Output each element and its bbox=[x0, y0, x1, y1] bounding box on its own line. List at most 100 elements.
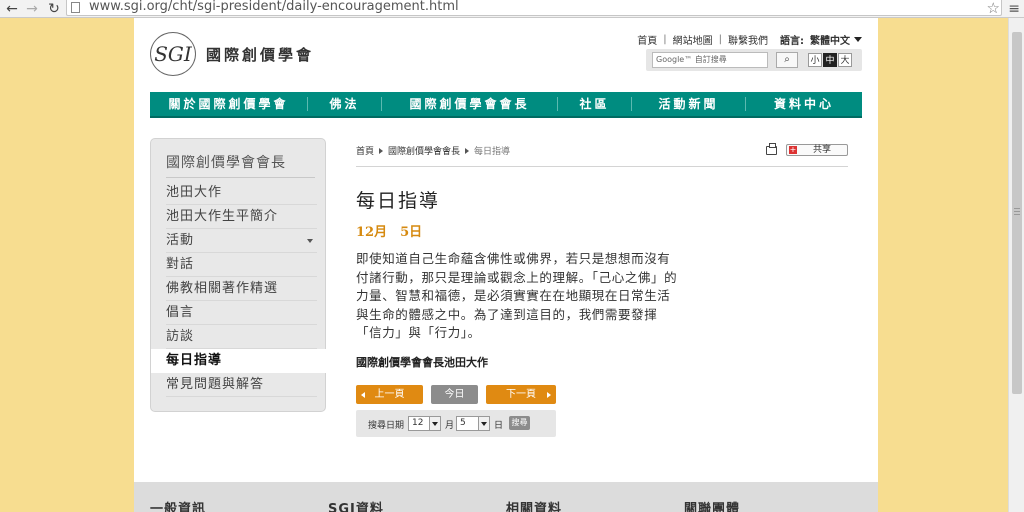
sidebar-item-label: 佛教相關著作精選 bbox=[166, 281, 279, 296]
chevron-right-icon bbox=[379, 147, 384, 154]
page-title: 每日指導 bbox=[356, 190, 441, 212]
sidebar-item-label: 池田大作生平簡介 bbox=[166, 209, 279, 224]
previous-label: 上一頁 bbox=[374, 389, 405, 400]
sidebar-item-label: 每日指導 bbox=[166, 353, 223, 368]
address-bar[interactable]: www.sgi.org/cht/sgi-president/daily-enco… bbox=[66, 0, 1002, 16]
nav-item-buddhism[interactable]: 佛法 bbox=[308, 97, 382, 111]
bookmark-star-icon[interactable]: ☆ bbox=[987, 0, 1000, 16]
separator: | bbox=[718, 34, 722, 45]
share-plus-icon: + bbox=[789, 145, 797, 154]
date-search-label: 搜尋日期 bbox=[368, 421, 405, 431]
encouragement-date: 12月 5日 bbox=[356, 225, 423, 240]
page-icon bbox=[71, 2, 80, 13]
language-label: 語言: bbox=[780, 36, 804, 47]
scroll-grip-line bbox=[1014, 211, 1020, 212]
search-icon: ⌕ bbox=[784, 54, 790, 65]
sidebar-item-label: 池田大作 bbox=[166, 185, 223, 200]
top-link-contact[interactable]: 聯繫我們 bbox=[728, 32, 768, 47]
separator: | bbox=[663, 34, 667, 45]
next-day-button[interactable]: 下一頁 bbox=[486, 385, 556, 404]
sidebar-item-dialogues[interactable]: 對話 bbox=[151, 253, 327, 277]
scrollbar-thumb[interactable] bbox=[1012, 32, 1022, 394]
chevron-right-icon bbox=[465, 147, 470, 154]
day-value: 5 bbox=[460, 418, 466, 428]
site-name[interactable]: 國際創價學會 bbox=[206, 44, 314, 65]
chevron-right-icon bbox=[547, 392, 551, 398]
sidebar-item-label: 倡言 bbox=[166, 305, 195, 320]
page-container: SGI 國際創價學會 首頁 | 網站地圖 | 聯繫我們 語言: 繁體中文 Goo… bbox=[134, 18, 878, 512]
url-text: www.sgi.org/cht/sgi-president/daily-enco… bbox=[89, 0, 459, 14]
divider bbox=[166, 177, 315, 178]
sidebar-item-label: 常見問題與解答 bbox=[166, 377, 265, 392]
back-icon[interactable]: ← bbox=[4, 1, 20, 17]
share-label: 共享 bbox=[813, 145, 832, 155]
search-bar: Google™ 自訂搜尋 ⌕ 小 中 大 bbox=[646, 49, 862, 71]
nav-item-news[interactable]: 活動新聞 bbox=[632, 97, 746, 111]
sgi-logo[interactable]: SGI bbox=[150, 32, 196, 76]
page-scrollbar[interactable] bbox=[1008, 18, 1024, 512]
language-select[interactable]: 繁體中文 bbox=[810, 32, 862, 47]
chevron-down-icon bbox=[429, 417, 440, 430]
nav-item-president[interactable]: 國際創價學會會長 bbox=[382, 97, 558, 111]
nav-item-community[interactable]: 社區 bbox=[558, 97, 632, 111]
breadcrumb-home[interactable]: 首頁 bbox=[356, 144, 374, 157]
browser-menu-icon[interactable]: ≡ bbox=[1008, 1, 1020, 17]
day-unit: 日 bbox=[494, 421, 504, 431]
sidebar-item-proposals[interactable]: 倡言 bbox=[151, 301, 327, 325]
month-select[interactable]: 12 bbox=[408, 416, 441, 431]
chevron-down-icon bbox=[478, 417, 489, 430]
sidebar-title[interactable]: 國際創價學會會長 bbox=[166, 152, 286, 172]
sidebar-item-activities[interactable]: 活動 bbox=[151, 229, 327, 253]
scroll-grip-line bbox=[1014, 214, 1020, 215]
encouragement-text: 即使知道自己生命蘊含佛性或佛界，若只是想想而沒有付諸行動，那只是理論或觀念上的理… bbox=[356, 251, 678, 340]
footer: 一般資訊 SGI資料 相關資料 關聯團體 bbox=[134, 482, 878, 512]
main-navigation: 關於國際創價學會 佛法 國際創價學會會長 社區 活動新聞 資料中心 bbox=[150, 92, 862, 118]
day-select[interactable]: 5 bbox=[456, 416, 490, 431]
date-search-panel: 搜尋日期 12 月 5 日 搜尋 bbox=[356, 410, 556, 437]
top-link-sitemap[interactable]: 網站地圖 bbox=[673, 32, 713, 47]
sidebar-item-faq[interactable]: 常見問題與解答 bbox=[151, 373, 327, 397]
sidebar-item-interviews[interactable]: 訪談 bbox=[151, 325, 327, 349]
print-icon[interactable] bbox=[766, 143, 777, 155]
month-unit: 月 bbox=[445, 421, 455, 431]
reload-icon[interactable]: ↻ bbox=[46, 1, 62, 17]
date-search-button[interactable]: 搜尋 bbox=[509, 416, 530, 430]
author-signature: 國際創價學會會長池田大作 bbox=[356, 356, 488, 369]
chevron-down-icon bbox=[307, 239, 313, 243]
search-button[interactable]: ⌕ bbox=[776, 52, 798, 68]
sidebar-item-writings[interactable]: 佛教相關著作精選 bbox=[151, 277, 327, 301]
font-size-small-button[interactable]: 小 bbox=[808, 53, 822, 67]
next-label: 下一頁 bbox=[506, 389, 536, 400]
previous-day-button[interactable]: 上一頁 bbox=[356, 385, 423, 404]
sidebar-item-ikeda[interactable]: 池田大作 bbox=[151, 181, 327, 205]
footer-heading-general[interactable]: 一般資訊 bbox=[150, 498, 206, 512]
font-size-large-button[interactable]: 大 bbox=[838, 53, 852, 67]
sidebar-item-label: 訪談 bbox=[166, 329, 195, 344]
share-button[interactable]: + 共享 bbox=[786, 144, 848, 156]
sidebar: 國際創價學會會長 池田大作 池田大作生平簡介 活動 對話 佛教相關著作精選 倡言… bbox=[150, 138, 327, 412]
sidebar-item-daily-encouragement[interactable]: 每日指導 bbox=[151, 349, 327, 373]
scroll-grip-line bbox=[1014, 208, 1020, 209]
forward-icon[interactable]: → bbox=[24, 1, 40, 17]
nav-item-about[interactable]: 關於國際創價學會 bbox=[150, 97, 308, 111]
breadcrumb-president[interactable]: 國際創價學會會長 bbox=[388, 144, 460, 157]
sidebar-item-label: 對話 bbox=[166, 257, 195, 272]
language-value: 繁體中文 bbox=[810, 36, 850, 47]
font-size-medium-button[interactable]: 中 bbox=[823, 53, 837, 67]
footer-heading-affiliates[interactable]: 關聯團體 bbox=[684, 498, 740, 512]
nav-item-resources[interactable]: 資料中心 bbox=[746, 97, 862, 111]
chevron-left-icon bbox=[361, 392, 365, 398]
top-link-home[interactable]: 首頁 bbox=[637, 32, 657, 47]
sidebar-item-label: 活動 bbox=[166, 233, 195, 248]
breadcrumb-current: 每日指導 bbox=[474, 147, 511, 157]
sidebar-list: 池田大作 池田大作生平簡介 活動 對話 佛教相關著作精選 倡言 訪談 每日指導 … bbox=[151, 181, 327, 397]
search-input[interactable]: Google™ 自訂搜尋 bbox=[652, 52, 768, 68]
footer-heading-related[interactable]: 相關資料 bbox=[506, 498, 562, 512]
breadcrumb: 首頁 國際創價學會會長 每日指導 bbox=[356, 144, 510, 157]
footer-heading-sgi[interactable]: SGI資料 bbox=[328, 498, 384, 512]
today-button[interactable]: 今日 bbox=[431, 385, 478, 404]
utility-links: 首頁 | 網站地圖 | 聯繫我們 語言: 繁體中文 bbox=[637, 32, 862, 47]
browser-toolbar: ← → ↻ www.sgi.org/cht/sgi-president/dail… bbox=[0, 0, 1024, 18]
month-value: 12 bbox=[412, 418, 424, 428]
sidebar-item-biography[interactable]: 池田大作生平簡介 bbox=[151, 205, 327, 229]
